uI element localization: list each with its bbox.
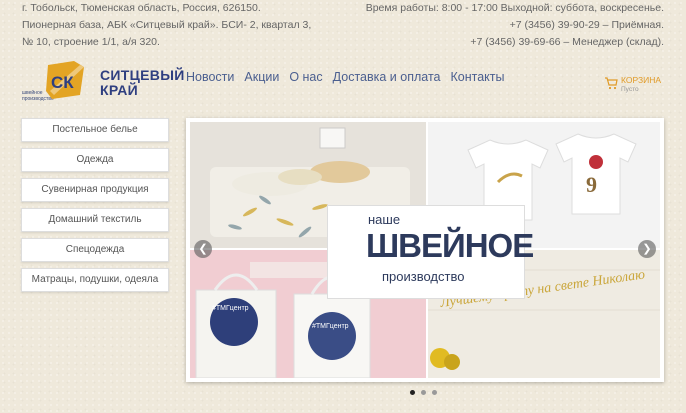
cart-icon	[605, 77, 618, 90]
chevron-left-icon[interactable]: ❮	[194, 240, 212, 258]
contact-block: Время работы: 8:00 - 17:00 Выходной: суб…	[366, 0, 664, 51]
category-workwear[interactable]: Спецодежда	[21, 238, 169, 262]
bag-label: #ТМГцентр	[312, 323, 349, 330]
bag-label: #ТМГцентр	[212, 305, 249, 312]
caption-line3: производство	[382, 269, 465, 284]
slide-caption: наше ШВЕЙНОЕ производство	[328, 206, 534, 298]
nav-delivery[interactable]: Доставка и оплата	[333, 70, 441, 84]
hero-slider[interactable]: 9 #ТМГцентр #ТМГцентр Лучшему брату на с…	[186, 118, 664, 382]
working-hours: Время работы: 8:00 - 17:00 Выходной: суб…	[365, 2, 664, 14]
address-block: г. Тобольск, Тюменская область, Россия, …	[22, 0, 311, 51]
caption-line1: наше	[368, 212, 401, 227]
main-nav: Новости Акции О нас Доставка и оплата Ко…	[186, 70, 504, 84]
slider-dot[interactable]	[432, 390, 437, 395]
cart-status: Пусто	[621, 86, 639, 93]
address-line: Пионерная база, АБК «Ситцевый край». БСИ…	[22, 19, 312, 31]
caption-line2: ШВЕЙНОЕ	[366, 227, 534, 264]
cart-label: КОРЗИНА	[621, 75, 662, 85]
category-mattresses[interactable]: Матрацы, подушки, одеяла	[21, 268, 169, 292]
logo-mark-text: СК	[51, 73, 74, 92]
category-home-textile[interactable]: Домашний текстиль	[21, 208, 169, 232]
slider-pagination	[410, 390, 437, 395]
logo-name-line1: СИТЦЕВЫЙ	[100, 67, 185, 83]
address-line: г. Тобольск, Тюменская область, Россия, …	[22, 2, 261, 14]
category-bedding[interactable]: Постельное белье	[21, 118, 169, 142]
category-clothing[interactable]: Одежда	[21, 148, 169, 172]
logo-name: СИТЦЕВЫЙ КРАЙ	[100, 68, 185, 98]
phone-reception[interactable]: +7 (3456) 39-90-29 – Приёмная.	[366, 17, 664, 34]
chevron-right-icon[interactable]: ❯	[638, 240, 656, 258]
nav-news[interactable]: Новости	[186, 70, 234, 84]
slider-dot[interactable]	[421, 390, 426, 395]
category-souvenirs[interactable]: Сувенирная продукция	[21, 178, 169, 202]
nav-about[interactable]: О нас	[289, 70, 322, 84]
svg-text:9: 9	[586, 172, 597, 197]
nav-promotions[interactable]: Акции	[244, 70, 279, 84]
address-line: № 10, строение 1/1, а/я 320.	[22, 36, 160, 48]
category-menu: Постельное белье Одежда Сувенирная проду…	[21, 118, 169, 298]
logo-mark-icon: СК	[46, 61, 84, 99]
logo-name-line2: КРАЙ	[100, 82, 139, 98]
site-logo[interactable]: швейное производство СК СИТЦЕВЫЙ КРАЙ	[22, 60, 184, 102]
cart-widget[interactable]: КОРЗИНА Пусто	[604, 72, 674, 96]
nav-contacts[interactable]: Контакты	[450, 70, 504, 84]
slider-dot[interactable]	[410, 390, 415, 395]
phone-manager[interactable]: +7 (3456) 39-69-66 – Менеджер (склад).	[366, 34, 664, 51]
